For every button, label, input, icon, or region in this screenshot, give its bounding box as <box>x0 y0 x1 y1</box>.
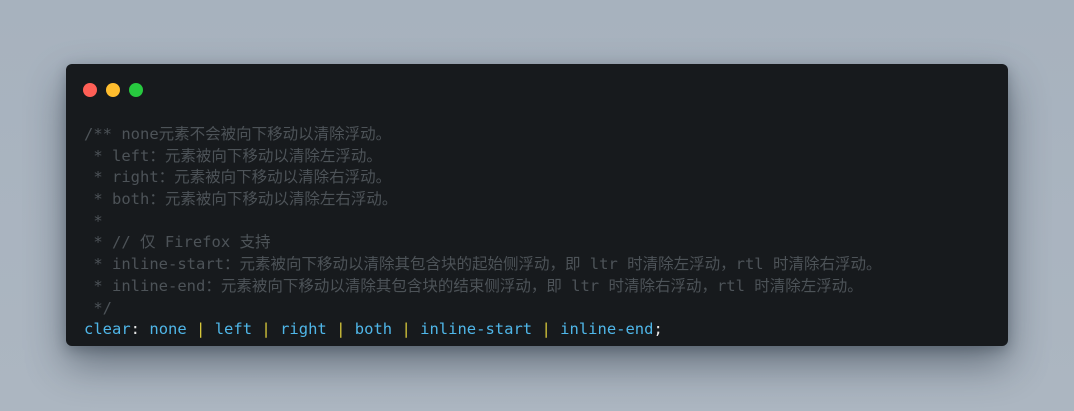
comment-line: * left：元素被向下移动以清除左浮动。 <box>84 146 382 165</box>
css-colon: : <box>130 320 141 339</box>
minimize-button[interactable] <box>106 83 120 97</box>
comment-line: * right：元素被向下移动以清除右浮动。 <box>84 168 392 187</box>
css-property: clear <box>84 320 131 339</box>
value-separator: | <box>261 320 271 339</box>
comment-line: * inline-start：元素被向下移动以清除其包含块的起始侧浮动，即 lt… <box>84 255 882 274</box>
css-value-both: both <box>354 320 393 339</box>
css-value-inline-end: inline-end <box>560 320 654 339</box>
value-separator: | <box>336 320 346 339</box>
comment-line: */ <box>84 298 112 317</box>
close-button[interactable] <box>83 83 97 97</box>
comment-line: /** none元素不会被向下移动以清除浮动。 <box>84 125 392 143</box>
value-separator: | <box>541 320 551 339</box>
css-value-none: none <box>149 320 187 339</box>
value-separator: | <box>196 320 206 339</box>
code-window: /** none元素不会被向下移动以清除浮动。 * left：元素被向下移动以清… <box>66 64 1008 346</box>
comment-line: * <box>84 211 103 230</box>
comment-line: * // 仅 Firefox 支持 <box>84 233 271 252</box>
css-terminator: ; <box>653 320 663 339</box>
maximize-button[interactable] <box>129 83 143 97</box>
comment-line: * inline-end：元素被向下移动以清除其包含块的结束侧浮动，即 ltr … <box>84 276 863 295</box>
window-controls <box>83 83 143 97</box>
css-value-right: right <box>280 320 327 339</box>
code-block: /** none元素不会被向下移动以清除浮动。 * left：元素被向下移动以清… <box>84 124 881 341</box>
css-value-inline-start: inline-start <box>420 320 533 339</box>
css-value-left: left <box>214 320 253 339</box>
css-declaration: clear: none | left | right | both | inli… <box>84 319 881 341</box>
value-separator: | <box>401 320 411 339</box>
comment-line: * both：元素被向下移动以清除左右浮动。 <box>84 190 398 209</box>
